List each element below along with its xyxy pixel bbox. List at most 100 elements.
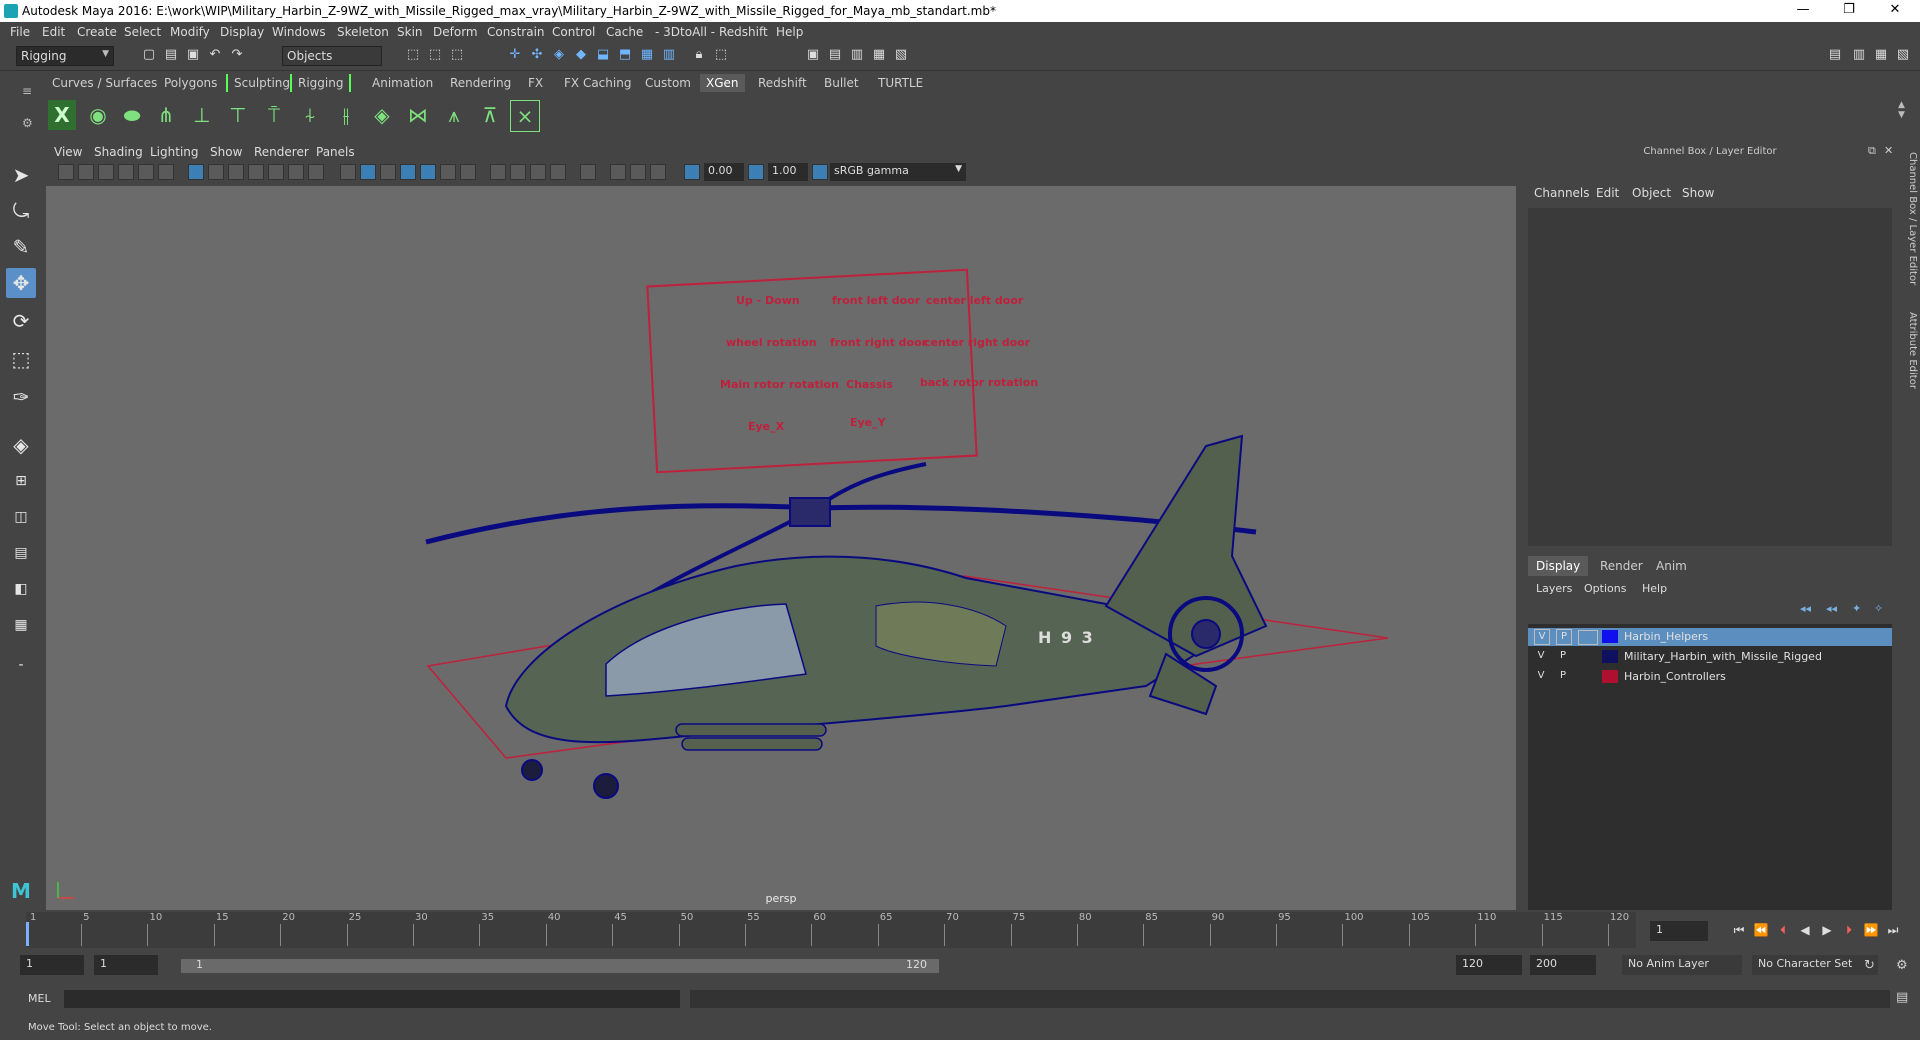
xgen-grass-icon[interactable]: ⩚ [440, 100, 468, 130]
shelf-tab-fx-caching[interactable]: FX Caching [558, 74, 637, 92]
step-back-key-icon[interactable]: ⏪ [1752, 921, 1770, 939]
camera-attributes-icon[interactable] [78, 164, 94, 180]
color-management-icon[interactable] [812, 164, 828, 180]
snap-curve-icon[interactable]: ✣ [528, 47, 546, 63]
layer-row[interactable]: V P Harbin_Helpers [1528, 628, 1892, 646]
go-to-start-icon[interactable]: ⏮ [1730, 921, 1748, 939]
ctrl-label-main-rotor-rotation[interactable]: Main rotor rotation [720, 378, 839, 391]
image-plane-icon[interactable] [118, 164, 134, 180]
cb-menu-show[interactable]: Show [1682, 186, 1714, 200]
ctrl-label-front-left-door[interactable]: front left door [832, 294, 920, 307]
shelf-tab-curves-surfaces[interactable]: Curves / Surfaces [46, 74, 163, 92]
shelf-menu-icon[interactable]: ≡ [22, 84, 32, 98]
wireframe-icon[interactable] [340, 164, 356, 180]
script-editor-icon[interactable]: ▤ [1896, 990, 1908, 1005]
screen-space-ao-icon[interactable] [490, 164, 506, 180]
shelf-tab-animation[interactable]: Animation [366, 74, 439, 92]
menu-file[interactable]: File [10, 25, 30, 39]
layer-color-swatch[interactable] [1602, 630, 1618, 643]
layer-tab-render[interactable]: Render [1592, 556, 1651, 576]
snap-grid-icon[interactable]: ✛ [506, 47, 524, 63]
pick-icon[interactable]: ⬚ [712, 47, 730, 63]
layer-playback-toggle[interactable]: P [1556, 649, 1570, 663]
tool-settings-icon[interactable]: ▦ [1872, 47, 1890, 63]
ctrl-label-eye-y[interactable]: Eye_Y [850, 416, 886, 429]
ctrl-label-up-down[interactable]: Up - Down [736, 294, 800, 307]
layer-name[interactable]: Harbin_Helpers [1624, 630, 1708, 643]
animation-end-field[interactable]: 200 [1530, 955, 1596, 975]
xray-joints-icon[interactable] [630, 164, 646, 180]
graph-layout-icon[interactable]: ◧ [6, 574, 36, 604]
bookmark-icon[interactable] [98, 164, 114, 180]
field-chart-icon[interactable] [268, 164, 284, 180]
default-material-icon[interactable] [380, 164, 396, 180]
menu-control[interactable]: Control [552, 25, 595, 39]
shadows-icon[interactable] [460, 164, 476, 180]
menuset-dropdown[interactable]: Rigging ▼ [16, 46, 114, 66]
render-view-icon[interactable]: ▣ [804, 47, 822, 63]
hypershade-icon[interactable]: ▧ [892, 47, 910, 63]
cb-menu-object[interactable]: Object [1632, 186, 1671, 200]
isolate-select-icon[interactable] [580, 164, 596, 180]
ctrl-label-front-right-door[interactable]: front right door [830, 336, 927, 349]
ctrl-label-center-left-door[interactable]: center left door [926, 294, 1023, 307]
close-panel-icon[interactable]: ✕ [1884, 144, 1893, 157]
attribute-editor-icon[interactable]: ▥ [1850, 47, 1868, 63]
smooth-shade-icon[interactable] [360, 164, 376, 180]
last-tool-icon[interactable]: ✑ [6, 382, 36, 412]
ctrl-label-center-right-door[interactable]: center right door [924, 336, 1030, 349]
layer-menu-layers[interactable]: Layers [1536, 582, 1572, 595]
shelf-scroll-icon[interactable]: ▲ ▼ [1898, 100, 1905, 120]
menu-modify[interactable]: Modify [170, 25, 210, 39]
viewport-menu-panels[interactable]: Panels [316, 145, 355, 159]
play-forwards-icon[interactable]: ▶ [1818, 921, 1836, 939]
layer-tab-display[interactable]: Display [1528, 556, 1589, 576]
menu-skeleton[interactable]: Skeleton [337, 25, 389, 39]
layer-row[interactable]: V P Military_Harbin_with_Missile_Rigged [1528, 648, 1892, 666]
anti-aliasing-icon[interactable] [530, 164, 546, 180]
open-scene-icon[interactable]: ▤ [162, 47, 180, 63]
xgen-add-guide-icon[interactable]: ⊥ [188, 100, 216, 130]
xgen-place-guide-icon[interactable]: ⊤ [224, 100, 252, 130]
menu-select[interactable]: Select [124, 25, 161, 39]
move-tool-icon[interactable]: ✥ [6, 268, 36, 298]
undo-icon[interactable]: ↶ [206, 47, 224, 63]
step-forward-frame-icon[interactable]: ⏵ [1840, 921, 1858, 939]
scale-tool-icon[interactable]: ⬚ [6, 344, 36, 374]
character-set-dropdown[interactable]: No Character Set [1752, 955, 1878, 975]
select-tool-icon[interactable]: ➤ [6, 160, 36, 190]
mel-input[interactable] [64, 990, 680, 1008]
render-frame-icon[interactable]: ▤ [826, 47, 844, 63]
ctrl-label-eye-x[interactable]: Eye_X [748, 420, 784, 433]
move-layer-down-icon[interactable]: ◂◂ [1826, 602, 1837, 615]
color-space-dropdown[interactable]: sRGB gamma ▼ [830, 163, 966, 181]
film-gate-icon[interactable] [208, 164, 224, 180]
exposure-icon[interactable] [684, 164, 700, 180]
xray-components-icon[interactable] [650, 164, 666, 180]
selection-mode-dropdown[interactable]: Objects [282, 46, 382, 66]
xgen-lock-icon[interactable]: ⍭ [296, 100, 324, 130]
resolution-gate-icon[interactable] [228, 164, 244, 180]
shelf-tab-xgen[interactable]: XGen [700, 74, 745, 92]
rotate-tool-icon[interactable]: ⟳ [6, 306, 36, 336]
layer-visibility-toggle[interactable]: V [1534, 669, 1548, 683]
layer-display-type-toggle[interactable] [1578, 630, 1598, 645]
io-icon[interactable]: ▥ [660, 47, 678, 63]
outliner-layout-icon[interactable]: ▤ [6, 538, 36, 568]
menu-deform[interactable]: Deform [433, 25, 478, 39]
current-time-indicator[interactable] [26, 922, 29, 946]
gamma-icon[interactable] [748, 164, 764, 180]
xgen-editor-icon[interactable]: X [48, 100, 76, 130]
xgen-create-patch-icon[interactable]: ⬬ [118, 100, 146, 130]
minimize-button[interactable]: — [1783, 2, 1823, 20]
shelf-tab-rigging[interactable]: Rigging [290, 74, 352, 92]
two-view-layout-icon[interactable]: ◫ [6, 502, 36, 532]
layer-color-swatch[interactable] [1602, 670, 1618, 683]
time-slider[interactable]: 1 5 10 15 20 25 30 35 40 45 50 55 60 65 70 75 80 85 90 95 10… [26, 912, 1636, 948]
layer-color-swatch[interactable] [1602, 650, 1618, 663]
menu-help[interactable]: Help [776, 25, 803, 39]
layer-name[interactable]: Harbin_Controllers [1624, 670, 1726, 683]
history-icon[interactable]: ▦ [638, 47, 656, 63]
xgen-guides-icon[interactable]: ⋔ [152, 100, 180, 130]
shelf-tab-fx[interactable]: FX [522, 74, 549, 92]
